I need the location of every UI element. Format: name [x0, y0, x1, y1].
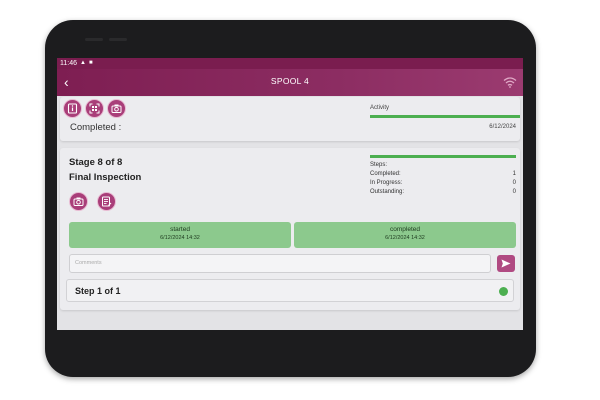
- stat-value: 0: [512, 180, 516, 186]
- started-time: 6/12/2024 14:32: [160, 235, 200, 241]
- page-title: SPOOL 4: [270, 76, 310, 86]
- tablet-button: [109, 38, 127, 41]
- completed-label: Completed :: [70, 122, 122, 133]
- stat-label: Completed:: [370, 171, 401, 177]
- camera-button[interactable]: [107, 99, 126, 118]
- status-time: 11:46: [60, 60, 77, 67]
- stage-title: Stage 8 of 8: [69, 157, 123, 168]
- stat-row: Completed: 1: [370, 170, 516, 179]
- step-row[interactable]: Step 1 of 1: [66, 279, 514, 302]
- completed-status-box[interactable]: completed 6/12/2024 14:32: [294, 222, 516, 248]
- stat-label: Steps:: [370, 162, 388, 168]
- send-button[interactable]: [497, 255, 515, 272]
- completed-date: 6/12/2024: [489, 124, 516, 130]
- step-label: Step 1 of 1: [75, 286, 121, 296]
- step-complete-indicator: [499, 287, 508, 296]
- activity-card: Completed : Activity 6/12/2024: [60, 97, 520, 141]
- steps-progress-fill: [370, 155, 516, 158]
- wifi-icon: [503, 77, 517, 88]
- stat-row: Steps:: [370, 161, 516, 170]
- stat-row: Outstanding: 0: [370, 188, 516, 197]
- steps-progress-bar: [370, 155, 516, 158]
- started-label: started: [170, 226, 190, 233]
- started-status-box[interactable]: started 6/12/2024 14:32: [69, 222, 291, 248]
- info-button[interactable]: [63, 99, 82, 118]
- notes-icon: [102, 196, 112, 207]
- alert-icon: ▲: [80, 60, 86, 66]
- stage-name: Final Inspection: [69, 172, 142, 183]
- stage-camera-button[interactable]: [69, 192, 88, 211]
- tablet-button: [85, 38, 103, 41]
- comments-input[interactable]: Comments: [69, 254, 491, 273]
- completed-status-label: completed: [390, 226, 420, 233]
- activity-progress-fill: [370, 115, 520, 118]
- stage-card: Stage 8 of 8 Final Inspection Steps: Com…: [60, 148, 520, 310]
- status-bar: 11:46 ▲ ■: [57, 58, 523, 69]
- app-screen: 11:46 ▲ ■ ‹ SPOOL 4 Completed: Activity…: [57, 58, 523, 330]
- qr-scan-button[interactable]: [85, 99, 104, 118]
- stat-value: 0: [512, 189, 516, 195]
- completed-time: 6/12/2024 14:32: [385, 235, 425, 241]
- camera-icon: [73, 197, 84, 206]
- activity-label: Activity: [370, 105, 390, 111]
- notification-icon: ■: [88, 60, 93, 66]
- send-icon: [501, 259, 511, 268]
- notes-button[interactable]: [97, 192, 116, 211]
- stat-row: In Progress: 0: [370, 179, 516, 188]
- stat-value: 1: [512, 171, 516, 177]
- qr-scan-icon: [89, 103, 100, 114]
- stat-label: Outstanding:: [370, 189, 405, 195]
- info-icon: [67, 103, 78, 114]
- camera-icon: [111, 104, 122, 113]
- steps-stats: Steps: Completed: 1 In Progress: 0 Outst…: [370, 161, 516, 197]
- activity-progress-bar: [370, 115, 520, 118]
- app-bar: ‹ SPOOL 4: [57, 69, 523, 96]
- stat-label: In Progress:: [370, 180, 403, 186]
